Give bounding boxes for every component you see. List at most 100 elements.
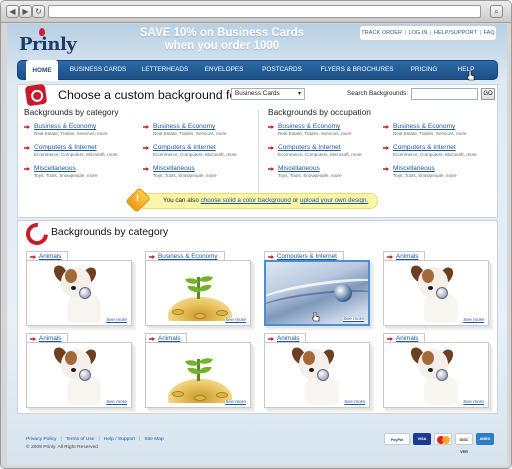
occupation-sub: Ecommerce, Computers, Microsoft, more	[278, 152, 362, 157]
card-image[interactable]: See more	[383, 342, 489, 408]
category-link[interactable]: Computers & Internet	[24, 144, 134, 151]
see-more-link[interactable]: See more	[106, 400, 127, 405]
occupation-sub: Real Estate, Trades, Services, more	[278, 131, 352, 136]
see-more-link[interactable]: See more	[106, 318, 127, 323]
privacy-policy-link[interactable]: Privacy Policy	[26, 437, 56, 442]
forward-arrow-icon[interactable]: ▶	[19, 5, 32, 18]
see-more-link[interactable]: See more	[463, 318, 484, 323]
track-order-link[interactable]: TRACK ORDER	[361, 30, 402, 36]
category-link[interactable]: Business & Economy	[143, 123, 253, 130]
nav-letterheads[interactable]: LETTERHEADS	[140, 61, 190, 79]
upload-design-link[interactable]: upload your own design.	[300, 197, 368, 204]
notice-mid: or	[292, 197, 299, 204]
card-image[interactable]: See more	[145, 342, 251, 408]
card-image[interactable]: See more	[145, 260, 251, 326]
category-link[interactable]: Computers & Internet	[143, 144, 253, 151]
category-sub: Real Estate, Trades, Services, more	[34, 131, 108, 136]
target-icon	[24, 83, 48, 107]
background-card[interactable]: Business & Economy See more	[145, 251, 255, 329]
dog-image	[52, 345, 105, 405]
category-link[interactable]: Miscellaneous	[143, 165, 253, 172]
help-support-footer-link[interactable]: Help / Support	[104, 437, 135, 442]
nav-home[interactable]: HOME	[26, 60, 58, 81]
occupation-item: Computers & Internet Ecommerce, Computer…	[383, 144, 493, 157]
back-arrow-icon[interactable]: ◀	[6, 5, 19, 18]
occupation-item: Miscellaneous Toys, Tools, Snowpeople, m…	[268, 165, 378, 178]
nav-envelopes[interactable]: ENVELOPES	[203, 61, 245, 79]
nav-pricing[interactable]: PRICING	[408, 61, 440, 79]
occupation-link[interactable]: Computers & Internet	[268, 144, 378, 151]
background-card[interactable]: Animals See more	[383, 251, 493, 329]
occupation-link[interactable]: Miscellaneous	[268, 165, 378, 172]
occupation-link[interactable]: Business & Economy	[383, 123, 493, 130]
promo-line-2: when you order 1000	[164, 40, 280, 52]
category-item: Business & Economy Real Estate, Trades, …	[143, 123, 253, 136]
search-input[interactable]	[411, 88, 478, 100]
occupation-link[interactable]: Business & Economy	[268, 123, 378, 130]
main-nav: HOME BUSINESS CARDS LETTERHEADS ENVELOPE…	[17, 60, 498, 81]
background-card[interactable]: Animals See more	[26, 333, 136, 411]
faq-link[interactable]: FAQ	[484, 30, 495, 36]
go-button[interactable]: GO	[481, 88, 495, 100]
category-heading: Backgrounds by category	[24, 107, 119, 117]
occupation-link[interactable]: Computers & Internet	[383, 144, 493, 151]
help-support-link[interactable]: HELP/SUPPORT	[434, 30, 477, 36]
category-link[interactable]: Miscellaneous	[24, 165, 134, 172]
paypal-icon: PayPal	[384, 433, 410, 445]
occupation-item: Business & Economy Real Estate, Trades, …	[268, 123, 378, 136]
login-link[interactable]: LOG IN	[408, 30, 427, 36]
card-image[interactable]: See more	[264, 260, 370, 326]
solid-color-link[interactable]: choose solid a color background	[201, 197, 291, 204]
category-item: Computers & Internet Ecommerce, Computer…	[143, 144, 253, 157]
product-select[interactable]: Business Cards ▾	[231, 88, 305, 100]
page: Prinly SAVE 10% on Business Cards when y…	[7, 24, 507, 466]
see-more-link[interactable]: See more	[225, 400, 246, 405]
background-card[interactable]: Animals See more	[145, 333, 255, 411]
search-icon[interactable]: ⌕	[490, 5, 503, 18]
category-item: Miscellaneous Toys, Tools, Snowpeople, m…	[143, 165, 253, 178]
see-more-link[interactable]: See more	[463, 400, 484, 405]
category-link[interactable]: Business & Economy	[24, 123, 134, 130]
site-map-link[interactable]: Site Map	[144, 437, 163, 442]
see-more-link[interactable]: See more	[344, 400, 365, 405]
see-more-link[interactable]: See more	[343, 317, 364, 322]
nav-business-cards[interactable]: BUSINESS CARDS	[68, 61, 128, 79]
dog-image	[409, 263, 462, 323]
logo[interactable]: Prinly	[17, 28, 77, 56]
logo-text: Prinly	[19, 34, 77, 55]
occupation-link[interactable]: Miscellaneous	[383, 165, 493, 172]
amex-icon: AMEX	[476, 433, 494, 445]
url-bar[interactable]	[48, 5, 481, 18]
card-image[interactable]: See more	[26, 260, 132, 326]
separator: |	[479, 30, 481, 36]
separator: |	[60, 437, 62, 442]
card-image[interactable]: See more	[264, 342, 370, 408]
card-image[interactable]: See more	[383, 260, 489, 326]
background-card[interactable]: Animals See more	[383, 333, 493, 411]
occupation-item: Business & Economy Real Estate, Trades, …	[383, 123, 493, 136]
refresh-icon[interactable]: ↻	[32, 5, 45, 18]
background-card[interactable]: Computers & Internet See more	[264, 251, 374, 329]
terms-link[interactable]: Terms of Use	[66, 437, 95, 442]
curved-arrow-icon	[26, 223, 46, 241]
occupation-item: Computers & Internet Ecommerce, Computer…	[268, 144, 378, 157]
background-card[interactable]: Animals See more	[26, 251, 136, 329]
nav-flyers-brochures[interactable]: FLYERS & BROCHURES	[318, 61, 396, 79]
see-more-link[interactable]: See more	[225, 318, 246, 323]
mastercard-icon	[434, 433, 452, 445]
occupation-item: Miscellaneous Toys, Tools, Snowpeople, m…	[383, 165, 493, 178]
browser-window: ◀ ▶ ↻ ⌕ Prinly SAVE 10% on Business Card…	[0, 0, 512, 469]
nav-postcards[interactable]: POSTCARDS	[261, 61, 303, 79]
info-icon-text: i	[136, 193, 139, 204]
panel-title: Choose a custom background for	[58, 88, 241, 102]
card-image[interactable]: See more	[26, 342, 132, 408]
category-item: Computers & Internet Ecommerce, Computer…	[24, 144, 134, 157]
occupation-heading: Backgrounds by occupation	[268, 107, 371, 117]
chevron-down-icon: ▾	[297, 91, 301, 97]
dog-image	[52, 263, 105, 323]
occupation-sub: Ecommerce, Computers, Microsoft, more	[393, 152, 477, 157]
footer-links: Privacy Policy | Terms of Use | Help / S…	[26, 437, 164, 442]
separator: |	[404, 30, 406, 36]
separator: |	[429, 30, 432, 36]
background-card[interactable]: Animals See more	[264, 333, 374, 411]
